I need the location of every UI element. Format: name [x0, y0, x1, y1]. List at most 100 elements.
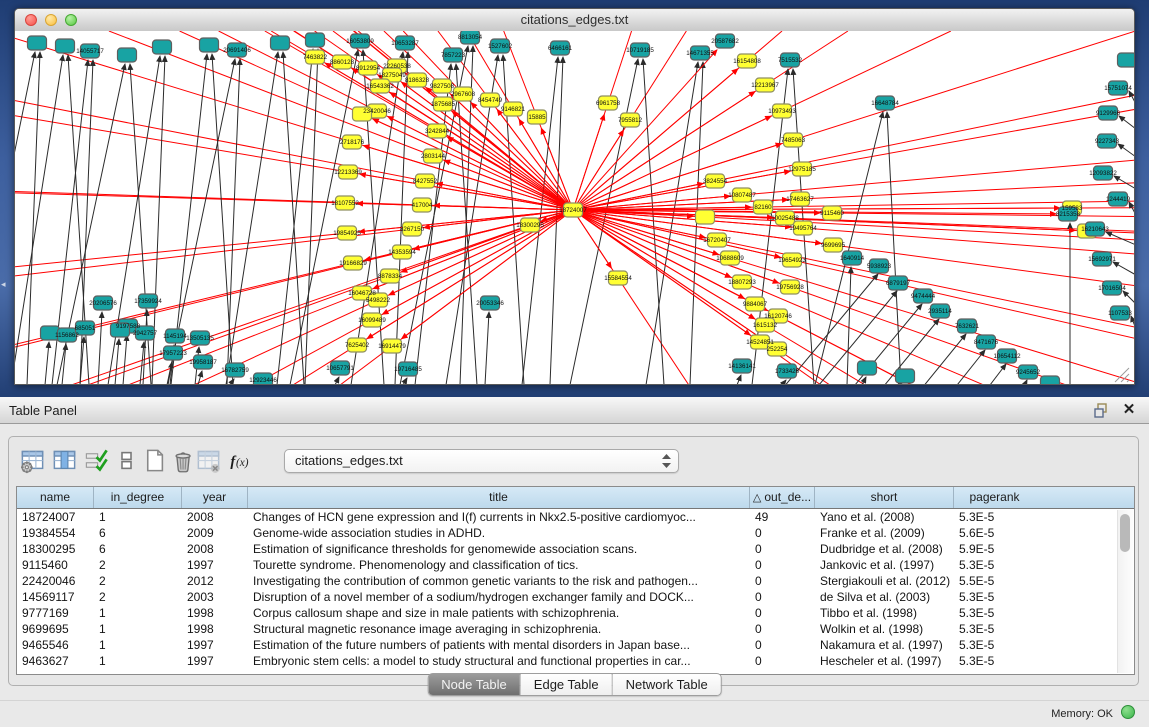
cell-short: Hescheler et al. (1997): [815, 653, 954, 669]
graph-node-label: 8878334: [378, 273, 403, 280]
network-window[interactable]: citations_edges.txt 18724007183002957463…: [14, 8, 1135, 385]
collapse-left-panel-handle[interactable]: ◂: [1, 278, 7, 290]
graph-node-label: 14055717: [76, 48, 104, 55]
graph-node[interactable]: [153, 40, 172, 54]
graph-node[interactable]: [271, 36, 290, 50]
graph-node[interactable]: [1118, 53, 1136, 67]
graph-node-label: 15751074: [1104, 85, 1132, 92]
column-header-out_de[interactable]: △out_de...: [750, 487, 815, 508]
table-scrollbar[interactable]: [1117, 510, 1133, 673]
graph-node[interactable]: [118, 48, 137, 62]
column-header-in_degree[interactable]: in_degree: [94, 487, 182, 508]
graph-node-label: 12923446: [249, 377, 277, 384]
column-header-name[interactable]: name: [17, 487, 94, 508]
table-row[interactable]: 1830029562008Estimation of significance …: [17, 541, 1134, 557]
graph-node-label: 1615132: [753, 322, 778, 329]
tab-edge-table[interactable]: Edge Table: [521, 674, 613, 695]
graph-node-label: 5938923: [867, 263, 892, 270]
graph-node-label: 1244419: [1106, 196, 1131, 203]
row-height-icon[interactable]: [113, 447, 140, 474]
cell-out_de: 0: [750, 653, 815, 669]
table-row[interactable]: 977716911998Corpus callosum shape and si…: [17, 605, 1134, 621]
show-columns-icon[interactable]: [51, 447, 78, 474]
graph-node-label: 10657791: [326, 365, 354, 372]
destroy-table-icon: [195, 447, 222, 474]
graph-node[interactable]: [200, 38, 219, 52]
cell-short: Stergiakouli et al. (2012): [815, 573, 954, 589]
cell-name: 9115460: [17, 557, 94, 573]
network-canvas-container[interactable]: 1872400718300295746382288601288912954222…: [15, 31, 1134, 384]
graph-node-label: 23420046: [363, 108, 391, 115]
graph-node-label: 10807487: [728, 192, 756, 199]
graph-node[interactable]: [896, 369, 915, 383]
table-settings-icon[interactable]: [19, 447, 46, 474]
graph-node-label: 10654112: [993, 353, 1021, 360]
graph-node-label: 17359924: [134, 298, 162, 305]
table-scrollbar-thumb[interactable]: [1120, 514, 1130, 552]
cell-pagerank: 5.3E-5: [954, 637, 1035, 653]
graph-node-label: 1733426: [775, 368, 800, 375]
function-builder-icon[interactable]: f(x): [227, 447, 254, 474]
column-header-title[interactable]: title: [248, 487, 750, 508]
network-window-titlebar[interactable]: citations_edges.txt: [15, 9, 1134, 32]
cell-pagerank: 5.3E-5: [954, 653, 1035, 669]
graph-node[interactable]: [1041, 376, 1060, 385]
cell-title: Investigating the contribution of common…: [248, 573, 750, 589]
float-window-icon[interactable]: [1094, 403, 1109, 418]
graph-node[interactable]: [858, 361, 877, 375]
status-bar: Memory: OK: [0, 700, 1149, 727]
cell-out_de: 0: [750, 557, 815, 573]
table-row[interactable]: 946362711997Embryonic stem cells: a mode…: [17, 653, 1134, 669]
new-table-icon[interactable]: [141, 447, 168, 474]
graph-node[interactable]: [28, 36, 47, 50]
table-row[interactable]: 1938455462009Genome-wide association stu…: [17, 525, 1134, 541]
cell-in_degree: 2: [94, 557, 182, 573]
graph-node-label: 19756928: [776, 284, 804, 291]
select-rows-icon[interactable]: [83, 447, 110, 474]
graph-node[interactable]: [306, 33, 325, 47]
graph-node-label: 17957223: [159, 350, 187, 357]
tab-node-table[interactable]: Node Table: [428, 674, 521, 695]
column-header-year[interactable]: year: [182, 487, 248, 508]
column-header-short[interactable]: short: [815, 487, 954, 508]
graph-node-label: 16210643: [1081, 226, 1109, 233]
graph-node-label: 10025488: [771, 215, 799, 222]
graph-node-label: 8813054: [458, 34, 483, 41]
graph-node-label: 14136141: [728, 363, 756, 370]
table-row[interactable]: 2242004622012Investigating the contribut…: [17, 573, 1134, 589]
graph-node-label: 17463627: [786, 196, 814, 203]
delete-rows-icon[interactable]: [169, 447, 196, 474]
table-body: 1872400712008Changes of HCN gene express…: [17, 509, 1134, 669]
graph-node-label: 14353594: [388, 249, 416, 256]
graph-node[interactable]: [56, 39, 75, 53]
column-header-pagerank[interactable]: pagerank: [954, 487, 1035, 508]
cell-out_de: 49: [750, 509, 815, 525]
graph-node-label: 19654923: [778, 257, 806, 264]
node-table: namein_degreeyeartitle△out_de...shortpag…: [16, 486, 1135, 675]
table-row[interactable]: 946554611997Estimation of the future num…: [17, 637, 1134, 653]
graph-node-label: 16720407: [703, 237, 731, 244]
graph-node-label: 8860128: [330, 59, 355, 66]
table-row[interactable]: 911546021997Tourette syndrome. Phenomeno…: [17, 557, 1134, 573]
graph-node-label: 8454749: [478, 97, 503, 104]
table-row[interactable]: 1456911722003Disruption of a novel membe…: [17, 589, 1134, 605]
table-row[interactable]: 1872400712008Changes of HCN gene express…: [17, 509, 1134, 525]
graph-node-label: 19166829: [339, 260, 367, 267]
graph-node-label: 6466161: [548, 45, 573, 52]
graph-node[interactable]: [696, 210, 715, 224]
graph-node-label: 18300295: [516, 222, 544, 229]
tab-network-table[interactable]: Network Table: [613, 674, 721, 695]
table-source-value: citations_edges.txt: [295, 453, 403, 468]
graph-node-label: 9129966: [1096, 110, 1121, 117]
graph-node-label: 8215358: [1056, 211, 1081, 218]
table-row[interactable]: 969969511998Structural magnetic resonanc…: [17, 621, 1134, 637]
network-canvas[interactable]: 1872400718300295746382288601288912954222…: [15, 31, 1135, 385]
graph-node-label: 16120746: [764, 313, 792, 320]
table-source-dropdown[interactable]: citations_edges.txt: [284, 449, 679, 473]
cell-year: 1997: [182, 653, 248, 669]
cell-out_de: 0: [750, 637, 815, 653]
close-panel-icon[interactable]: ✕: [1121, 401, 1137, 419]
cell-short: Dudbridge et al. (2008): [815, 541, 954, 557]
graph-node-label: 417004: [412, 202, 433, 209]
cell-year: 2008: [182, 509, 248, 525]
